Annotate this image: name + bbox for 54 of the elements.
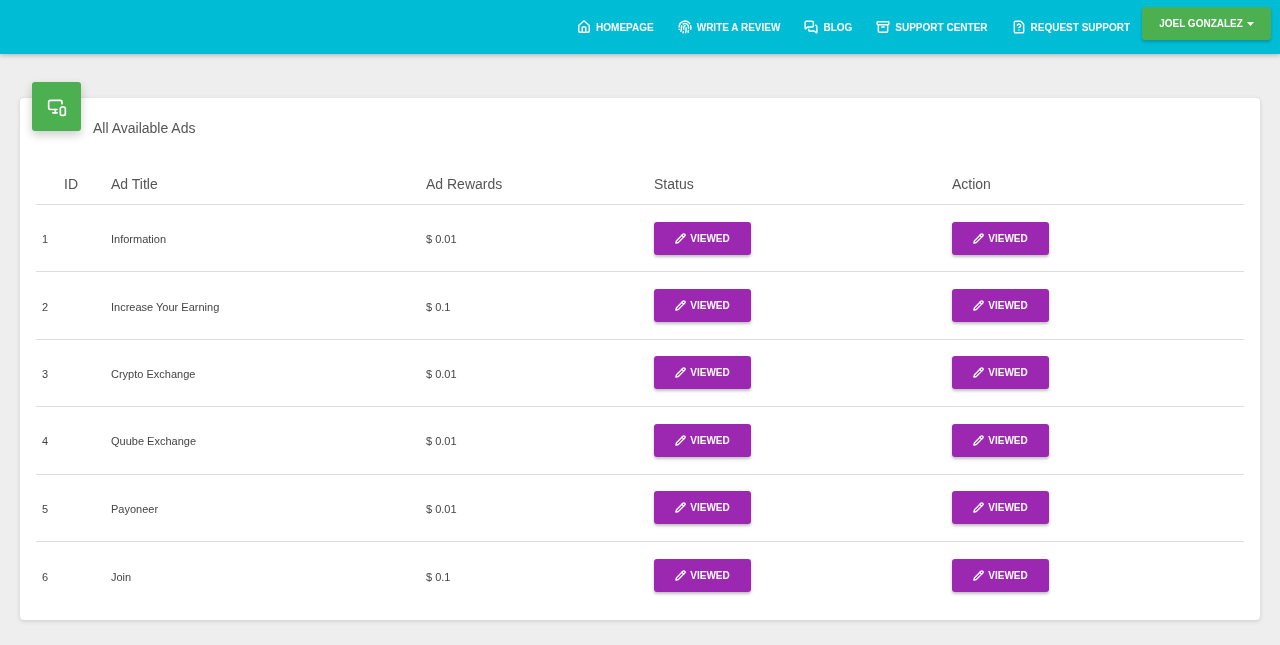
chat-icon [804, 20, 819, 34]
viewed-button[interactable]: VIEWED [952, 423, 1049, 457]
caret-icon [1246, 21, 1254, 26]
pencil-icon [973, 367, 985, 379]
pencil-icon [675, 570, 687, 582]
column-header: Ad Title [111, 176, 158, 192]
pencil-icon [973, 570, 985, 582]
table-cell: 1 [42, 233, 49, 246]
pencil-icon [675, 300, 687, 312]
column-header: ID [64, 176, 78, 192]
column-header: Ad Rewards [426, 176, 503, 192]
column-header: Action [952, 176, 991, 192]
viewed-button[interactable]: VIEWED [654, 221, 751, 255]
column-header: Status [654, 176, 694, 192]
viewed-button[interactable]: VIEWED [654, 559, 751, 593]
pencil-icon [675, 502, 687, 514]
table-cell: 6 [42, 570, 49, 583]
viewed-button[interactable]: VIEWED [952, 491, 1049, 525]
pencil-icon [973, 232, 985, 244]
table-cell: $ 0.01 [426, 435, 457, 448]
pencil-icon [675, 367, 687, 379]
pencil-icon [675, 232, 687, 244]
table-cell: $ 0.01 [426, 367, 457, 380]
table-cell: $ 0.1 [426, 300, 451, 313]
viewed-button[interactable]: VIEWED [952, 559, 1049, 593]
table-cell: $ 0.01 [426, 233, 457, 246]
table-cell: Increase Your Earning [111, 300, 220, 313]
viewed-button[interactable]: VIEWED [952, 356, 1049, 390]
pencil-icon [973, 502, 985, 514]
viewed-button[interactable]: VIEWED [654, 423, 751, 457]
archive-icon [876, 20, 891, 34]
table-cell: 5 [42, 502, 49, 515]
viewed-button[interactable]: VIEWED [654, 289, 751, 323]
fingerprint-icon [677, 20, 692, 34]
pencil-icon [675, 434, 687, 446]
table-cell: Crypto Exchange [111, 367, 196, 380]
card-title: All Available Ads [93, 120, 196, 136]
table-cell: Quube Exchange [111, 435, 196, 448]
table-cell: Payoneer [111, 502, 159, 515]
viewed-button[interactable]: VIEWED [952, 289, 1049, 323]
question-icon [1011, 20, 1026, 34]
table-cell: $ 0.1 [426, 570, 451, 583]
table-cell: Information [111, 233, 167, 246]
viewed-button[interactable]: VIEWED [654, 491, 751, 525]
pencil-icon [973, 300, 985, 312]
table-cell: Join [111, 570, 132, 583]
home-icon [577, 20, 592, 34]
table-cell: 2 [42, 300, 49, 313]
viewed-button[interactable]: VIEWED [952, 221, 1049, 255]
table-cell: $ 0.01 [426, 502, 457, 515]
table-cell: 4 [42, 435, 49, 448]
viewed-button[interactable]: VIEWED [654, 356, 751, 390]
table-cell: 3 [42, 367, 49, 380]
pencil-icon [973, 434, 985, 446]
